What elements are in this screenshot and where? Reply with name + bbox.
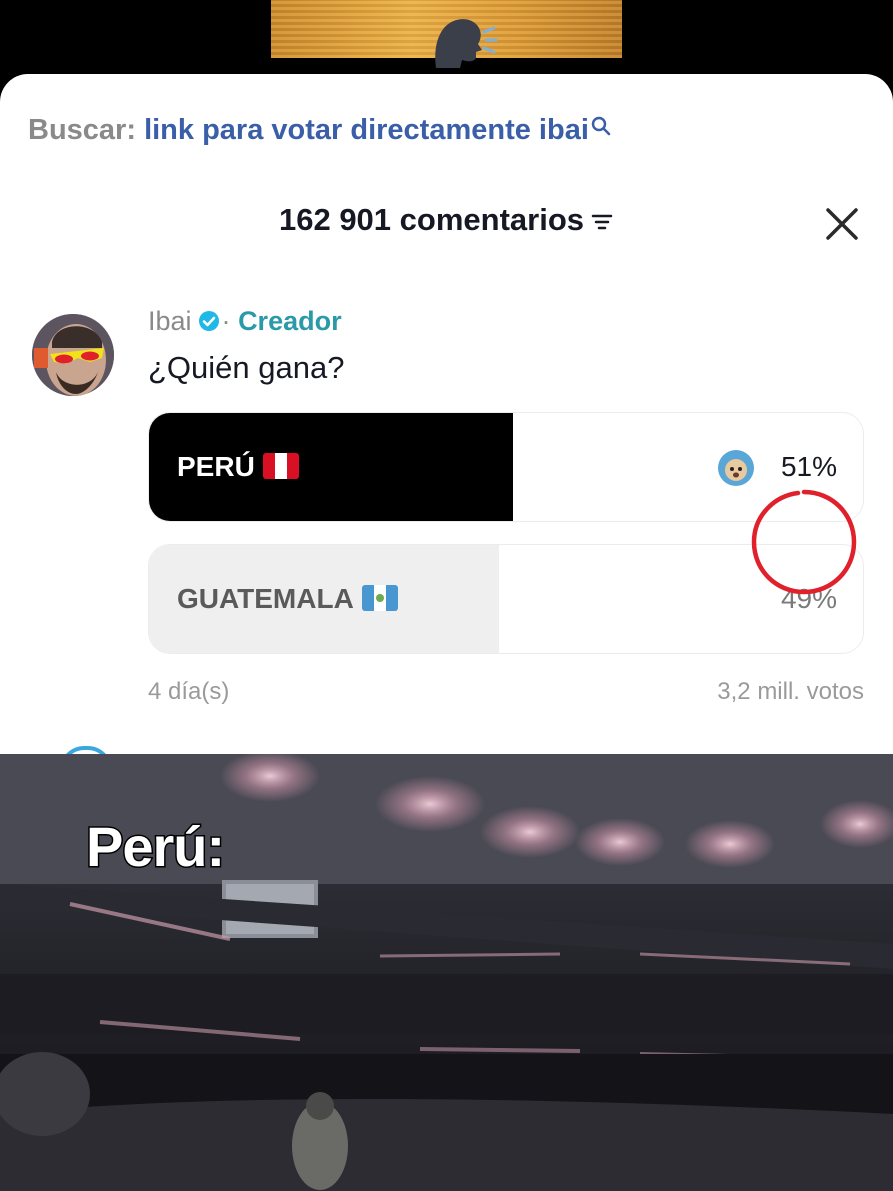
next-comment-avatar bbox=[60, 746, 112, 754]
author-avatar[interactable] bbox=[32, 314, 114, 396]
search-suggestion[interactable]: Buscar: link para votar directamente iba… bbox=[28, 114, 611, 147]
speaking-head-icon bbox=[435, 19, 498, 68]
poll-option-label: GUATEMALA bbox=[177, 583, 354, 614]
flag-peru-icon bbox=[262, 452, 299, 479]
poll-option-percent: 51% bbox=[780, 451, 837, 482]
video-stadium: Perú: bbox=[0, 754, 893, 1191]
comments-header: 162 901 comentarios bbox=[0, 202, 893, 238]
poll-option-peru[interactable]: PERÚ 51% bbox=[148, 412, 864, 522]
author-avatar-image bbox=[32, 314, 114, 396]
close-icon[interactable] bbox=[824, 206, 860, 242]
comments-sheet: Buscar: link para votar directamente iba… bbox=[0, 74, 893, 754]
comment-count: 162 901 comentarios bbox=[278, 202, 584, 237]
video-caption: Perú: bbox=[84, 814, 226, 880]
poll-option-guatemala[interactable]: GUATEMALA 49% bbox=[148, 544, 864, 654]
search-icon bbox=[591, 116, 611, 136]
voter-avatar-icon bbox=[718, 450, 754, 486]
author-name[interactable]: Ibai bbox=[148, 306, 192, 336]
poll-option-percent: 49% bbox=[780, 583, 837, 614]
author-line: Ibai · Creador bbox=[148, 306, 342, 337]
comment-age: 4 día(s) bbox=[148, 678, 230, 705]
poll-option-label-wrap: GUATEMALA bbox=[177, 583, 398, 615]
author-separator: · bbox=[221, 306, 231, 336]
search-query-link[interactable]: link para votar directamente ibai bbox=[144, 114, 589, 146]
filter-icon[interactable] bbox=[590, 210, 614, 234]
verified-badge-icon bbox=[198, 310, 219, 331]
poll-vote-count: 3,2 mill. votos bbox=[717, 678, 864, 705]
creator-label: Creador bbox=[238, 306, 342, 336]
poll-option-label-wrap: PERÚ bbox=[177, 451, 299, 483]
poll-option-label: PERÚ bbox=[177, 451, 255, 482]
flag-guatemala-icon bbox=[361, 584, 398, 611]
search-prefix-label: Buscar: bbox=[28, 114, 136, 146]
comment-text: ¿Quién gana? bbox=[148, 350, 345, 385]
